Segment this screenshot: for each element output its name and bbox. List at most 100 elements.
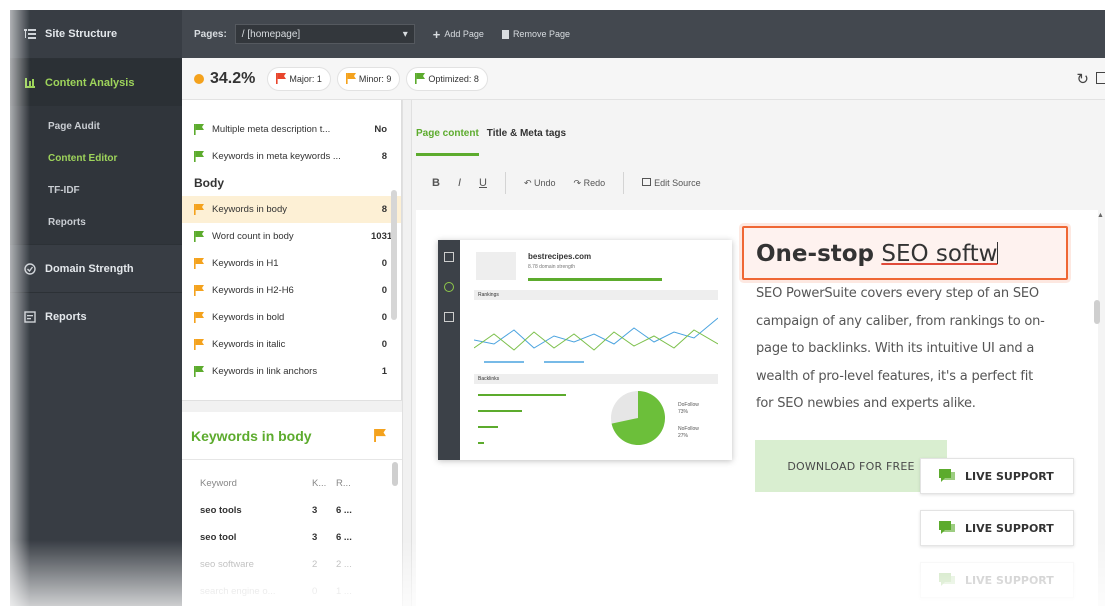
vertical-splitter[interactable]: [402, 100, 412, 606]
mock-site-name: bestrecipes.com: [528, 252, 592, 261]
keyword-row[interactable]: seo tools 3 6 ...: [182, 497, 402, 524]
toolbar-divider: [504, 172, 506, 194]
nav-content-analysis[interactable]: Content Analysis: [10, 58, 182, 106]
major-issues-badge[interactable]: Major: 1: [267, 66, 331, 91]
headline-bold: One-stop: [756, 241, 875, 267]
green-flag-icon: [194, 366, 204, 377]
green-flag-icon: [194, 151, 204, 162]
content-analysis-submenu: Page Audit Content Editor TF-IDF Reports: [10, 106, 182, 244]
undo-button[interactable]: ↶ Undo: [524, 178, 556, 189]
nav-site-structure[interactable]: Site Structure: [10, 10, 182, 58]
factor-value: 8: [381, 151, 387, 162]
scroll-up-arrow[interactable]: ▲: [1097, 212, 1104, 219]
factor-row[interactable]: Keywords in link anchors 1: [182, 358, 401, 385]
col-k[interactable]: K...: [312, 478, 336, 489]
mock-list-icon: [444, 252, 454, 262]
toolbar-divider: [623, 172, 625, 194]
keywords-panel-title: Keywords in body: [191, 427, 312, 444]
tab-page-content[interactable]: Page content: [416, 122, 479, 156]
sidebar-item-label: TF-IDF: [48, 184, 80, 196]
chevron-down-icon: ▾: [402, 28, 408, 40]
optimized-badge[interactable]: Optimized: 8: [406, 66, 488, 91]
factors-rows: Multiple meta description t... No Keywords…: [182, 100, 401, 385]
keywords-scrollbar[interactable]: [392, 462, 398, 486]
factors-list: Multiple meta description t... No Keywords…: [182, 100, 402, 400]
save-icon[interactable]: [1096, 72, 1105, 84]
italic-button[interactable]: I: [458, 177, 461, 189]
nav-domain-strength[interactable]: Domain Strength: [10, 244, 182, 292]
factor-row[interactable]: Word count in body 1031: [182, 223, 401, 250]
sidebar-item-reports-sub[interactable]: Reports: [10, 206, 182, 238]
content-analysis-icon: [25, 77, 35, 88]
keyword-row[interactable]: seo tool 3 6 ...: [182, 524, 402, 551]
factor-row[interactable]: Keywords in body 8: [182, 196, 401, 223]
panel-splitter[interactable]: [182, 400, 402, 412]
factor-label: Keywords in H2-H6: [212, 285, 294, 296]
live-support-button[interactable]: LIVE SUPPORT: [920, 510, 1074, 546]
mock-bar-3: [478, 426, 498, 428]
body-paragraph[interactable]: SEO PowerSuite covers every step of an S…: [756, 280, 1076, 418]
download-button[interactable]: DOWNLOAD FOR FREE: [755, 440, 947, 492]
mock-sidebar: [438, 240, 460, 460]
bold-button[interactable]: B: [432, 177, 440, 189]
col-r[interactable]: R...: [336, 478, 376, 489]
mock-gauge-icon: [444, 282, 454, 292]
tab-title-meta[interactable]: Title & Meta tags: [487, 122, 566, 156]
redo-label: Redo: [583, 177, 606, 188]
product-screenshot-image: bestrecipes.com 8.78 domain strength Ran…: [438, 240, 732, 460]
keyword-row[interactable]: search engine o... 0 1 ...: [182, 578, 402, 605]
nav-content-analysis-label: Content Analysis: [45, 76, 135, 89]
k-cell: 3: [312, 532, 318, 543]
page-select-dropdown[interactable]: / [homepage] ▾: [234, 24, 415, 44]
headline-rest: SEO softw: [881, 241, 998, 267]
nav-reports[interactable]: Reports: [10, 292, 182, 340]
edit-source-label: Edit Source: [654, 178, 701, 188]
add-page-button[interactable]: + Add Page: [433, 27, 484, 42]
editor-scrollbar[interactable]: [1094, 300, 1100, 324]
sidebar-item-page-audit[interactable]: Page Audit: [10, 110, 182, 142]
list-scrollbar[interactable]: [391, 190, 397, 320]
red-flag-icon: [276, 73, 287, 84]
sidebar-item-content-editor[interactable]: Content Editor: [10, 142, 182, 174]
mock-line-blue: [474, 317, 718, 349]
live-support-button[interactable]: LIVE SUPPORT: [920, 562, 1074, 598]
score-status-dot: [194, 73, 204, 84]
keyword-row[interactable]: seo software 2 2 ...: [182, 551, 402, 578]
keyword-cell: seo tool: [200, 532, 237, 543]
live-support-button[interactable]: LIVE SUPPORT: [920, 458, 1074, 494]
mock-bar-4: [478, 442, 484, 444]
factor-row[interactable]: Keywords in meta keywords ... 8: [182, 143, 401, 170]
paragraph-line: SEO PowerSuite covers every step of an S…: [756, 286, 1039, 301]
edit-source-button[interactable]: Edit Source: [642, 178, 701, 188]
factor-label: Keywords in link anchors: [212, 366, 318, 377]
chat-icon: [939, 521, 955, 534]
editor-canvas[interactable]: bestrecipes.com 8.78 domain strength Ran…: [416, 210, 1098, 606]
headline-text[interactable]: One-stop SEO softw: [756, 241, 999, 267]
redo-icon: ↷: [573, 177, 584, 188]
factor-row[interactable]: Keywords in bold 0: [182, 304, 401, 331]
mock-rankings-header: Rankings: [474, 290, 718, 300]
editor-tabs: Page content Title & Meta tags: [412, 122, 566, 156]
factor-row[interactable]: Keywords in italic 0: [182, 331, 401, 358]
factor-row[interactable]: Keywords in H1 0: [182, 250, 401, 277]
refresh-icon[interactable]: ↻: [1076, 70, 1089, 88]
orange-flag-icon: [194, 285, 204, 296]
top-toolbar: Pages: / [homepage] ▾ + Add Page Remove …: [182, 10, 1105, 58]
remove-page-label: Remove Page: [512, 29, 570, 39]
source-icon: [642, 178, 652, 186]
sidebar-item-tf-idf[interactable]: TF-IDF: [10, 174, 182, 206]
pages-label: Pages:: [194, 28, 227, 40]
major-issues-label: Major: 1: [289, 73, 322, 84]
mock-rankings-chart: [474, 317, 718, 363]
mock-legend2-label: NoFollow: [678, 426, 699, 432]
redo-button[interactable]: ↷ Redo: [574, 178, 606, 189]
minor-issues-badge[interactable]: Minor: 9: [336, 66, 401, 91]
minor-issues-label: Minor: 9: [358, 73, 392, 84]
factor-row[interactable]: Multiple meta description t... No: [182, 116, 401, 143]
remove-page-button[interactable]: Remove Page: [501, 29, 570, 39]
mock-legend-nofollow: NoFollow 27%: [678, 426, 699, 440]
col-keyword[interactable]: Keyword: [200, 478, 312, 489]
underline-button[interactable]: U: [479, 177, 487, 189]
factor-row[interactable]: Keywords in H2-H6 0: [182, 277, 401, 304]
mock-thumb: [476, 252, 516, 280]
